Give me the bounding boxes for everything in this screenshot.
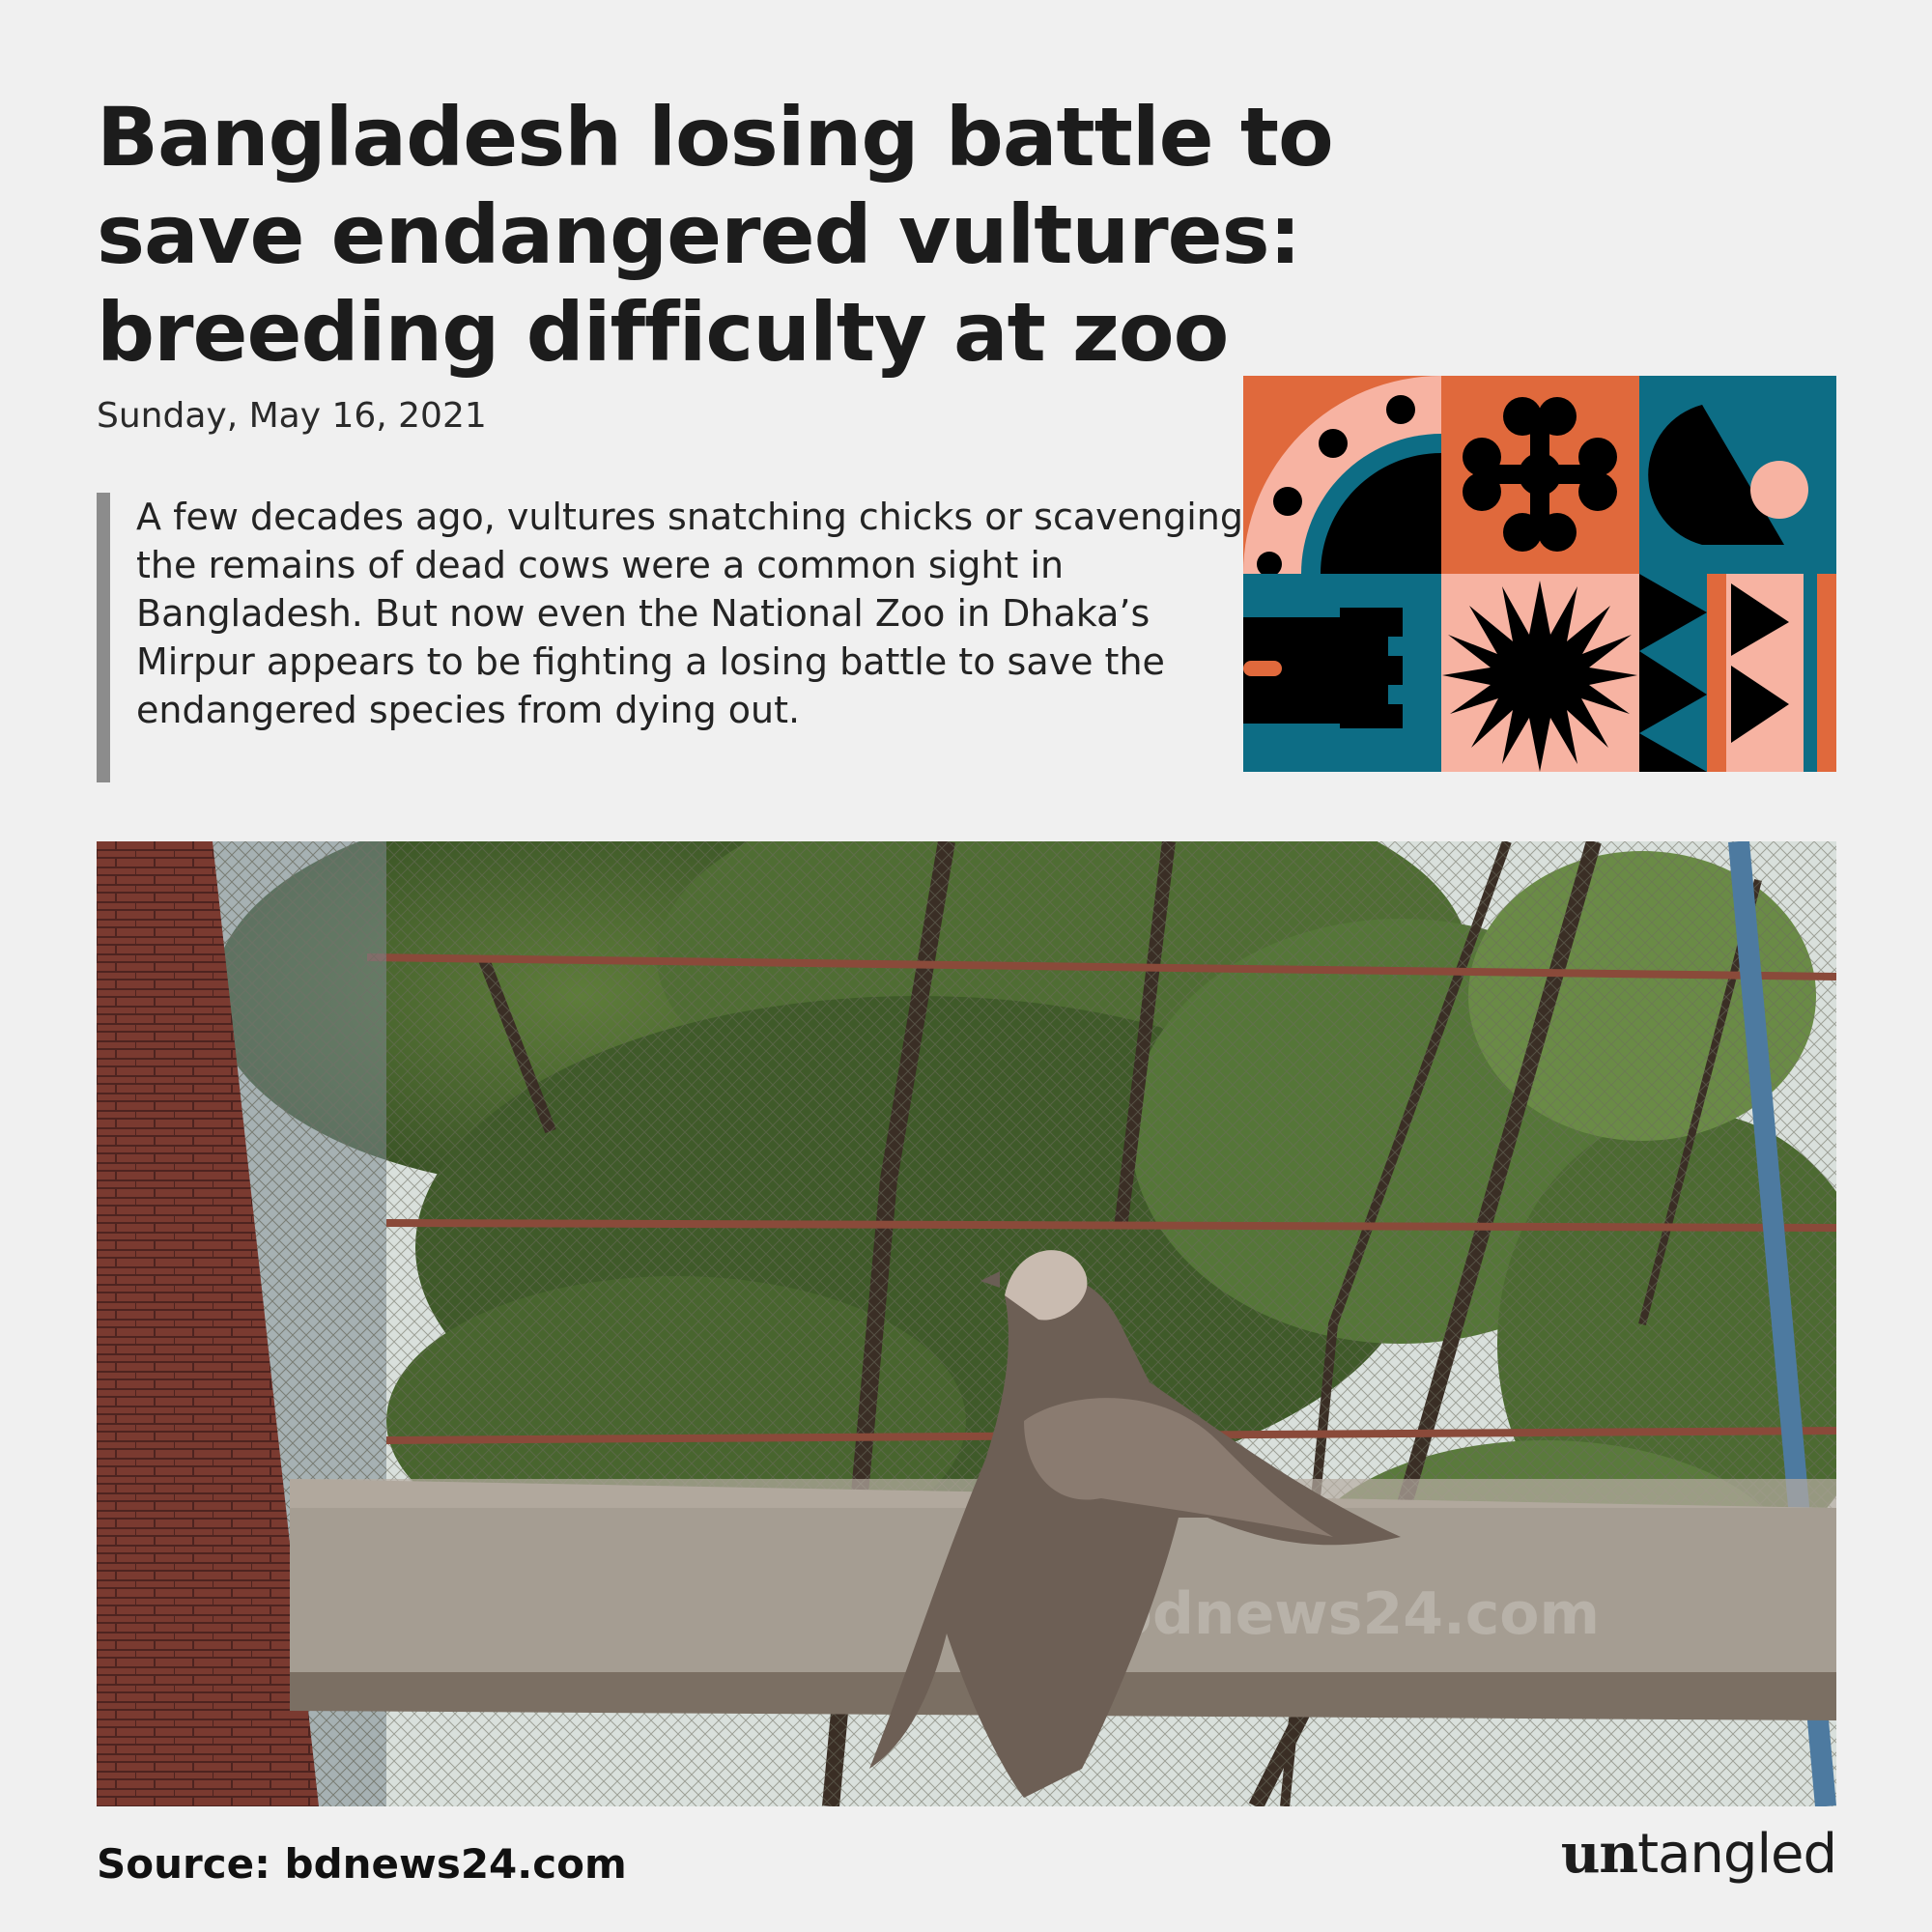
pattern-dot xyxy=(1257,552,1282,577)
logo-bold-part: un xyxy=(1560,1822,1638,1886)
logo-light-part: tangled xyxy=(1637,1823,1837,1886)
pattern-dot xyxy=(1386,395,1415,424)
publish-date: Sunday, May 16, 2021 xyxy=(97,396,487,436)
pattern-key-bar xyxy=(1243,661,1282,676)
pattern-dot xyxy=(1273,487,1302,516)
photo-watermark: bdnews24.com xyxy=(1111,1580,1600,1648)
decorative-geometric-pattern xyxy=(1243,376,1836,772)
pattern-pink-dot xyxy=(1750,461,1808,519)
pattern-dot xyxy=(1319,429,1348,458)
headline: Bangladesh losing battle to save endange… xyxy=(97,90,1334,380)
vulture-enclosure-photo: bdnews24.com xyxy=(97,841,1836,1806)
source-credit: Source: bdnews24.com xyxy=(97,1840,627,1888)
lead-quote: A few decades ago, vultures snatching ch… xyxy=(97,493,1257,782)
untangled-logo: untangled xyxy=(1560,1822,1837,1886)
